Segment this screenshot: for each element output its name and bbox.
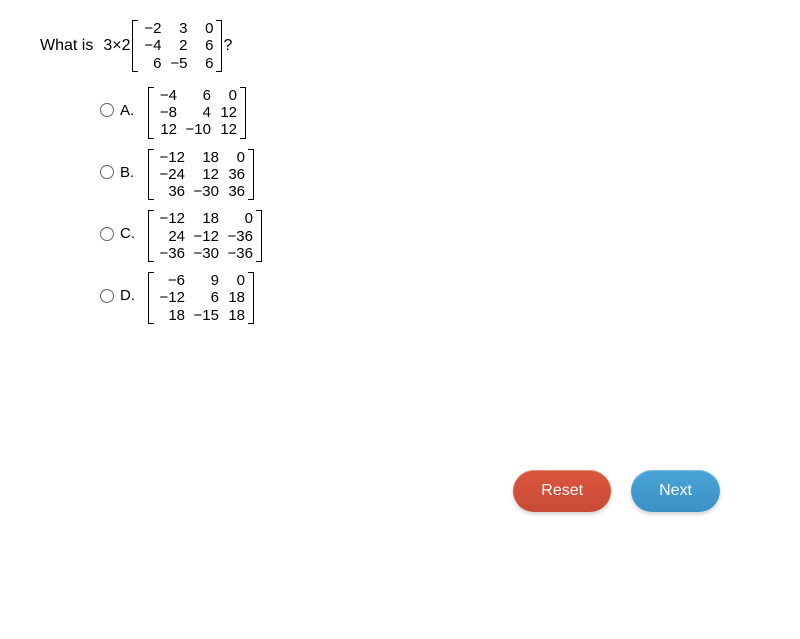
qm-cell: 0 bbox=[190, 20, 216, 37]
choice-label: D. bbox=[120, 287, 138, 304]
m-cell: −15 bbox=[188, 307, 222, 324]
m-cell: 0 bbox=[222, 210, 256, 227]
m-cell: 18 bbox=[222, 289, 248, 306]
m-cell: −30 bbox=[188, 245, 222, 262]
m-cell: −36 bbox=[222, 228, 256, 245]
m-cell: 18 bbox=[188, 149, 222, 166]
m-cell: −10 bbox=[180, 121, 214, 138]
qm-cell: −2 bbox=[138, 20, 164, 37]
qm-cell: −4 bbox=[138, 37, 164, 54]
question-line: What is 3×2 −2 3 0 −4 2 6 6 −5 6 bbox=[40, 20, 760, 72]
m-cell: −12 bbox=[154, 149, 188, 166]
qm-cell: 6 bbox=[190, 55, 216, 72]
m-cell: −4 bbox=[154, 87, 180, 104]
m-cell: 0 bbox=[222, 149, 248, 166]
m-cell: −36 bbox=[222, 245, 256, 262]
question-suffix: ? bbox=[223, 37, 232, 55]
qm-cell: 2 bbox=[164, 37, 190, 54]
qm-cell: 6 bbox=[190, 37, 216, 54]
question-matrix: −2 3 0 −4 2 6 6 −5 6 bbox=[132, 20, 222, 72]
m-cell: 36 bbox=[154, 183, 188, 200]
scalar-multiplier: 3×2 bbox=[103, 37, 130, 55]
radio-icon[interactable] bbox=[100, 103, 114, 117]
radio-icon[interactable] bbox=[100, 165, 114, 179]
m-cell: 6 bbox=[188, 289, 222, 306]
choice-a[interactable]: A. −4 6 0 −8 4 12 12 −10 bbox=[100, 87, 760, 139]
question-area: What is 3×2 −2 3 0 −4 2 6 6 −5 6 bbox=[40, 20, 760, 324]
m-cell: 18 bbox=[222, 307, 248, 324]
m-cell: 24 bbox=[154, 228, 188, 245]
qm-cell: 3 bbox=[164, 20, 190, 37]
radio-icon[interactable] bbox=[100, 289, 114, 303]
choice-d-matrix: −6 9 0 −12 6 18 18 −15 18 bbox=[148, 272, 254, 324]
m-cell: −30 bbox=[188, 183, 222, 200]
choice-b-matrix: −12 18 0 −24 12 36 36 −30 36 bbox=[148, 149, 254, 201]
m-cell: 12 bbox=[154, 121, 180, 138]
m-cell: −12 bbox=[188, 228, 222, 245]
choice-label: A. bbox=[120, 102, 138, 119]
m-cell: 4 bbox=[180, 104, 214, 121]
m-cell: −8 bbox=[154, 104, 180, 121]
m-cell: 12 bbox=[188, 166, 222, 183]
choice-c-matrix: −12 18 0 24 −12 −36 −36 −30 −36 bbox=[148, 210, 262, 262]
choice-a-matrix: −4 6 0 −8 4 12 12 −10 12 bbox=[148, 87, 246, 139]
choice-b[interactable]: B. −12 18 0 −24 12 36 36 − bbox=[100, 149, 760, 201]
m-cell: 36 bbox=[222, 183, 248, 200]
reset-button[interactable]: Reset bbox=[513, 470, 611, 512]
m-cell: −24 bbox=[154, 166, 188, 183]
m-cell: −12 bbox=[154, 210, 188, 227]
choice-d[interactable]: D. −6 9 0 −12 6 18 18 −15 bbox=[100, 272, 760, 324]
m-cell: 12 bbox=[214, 121, 240, 138]
radio-icon[interactable] bbox=[100, 227, 114, 241]
m-cell: 6 bbox=[180, 87, 214, 104]
choice-c[interactable]: C. −12 18 0 24 −12 −36 −36 bbox=[100, 210, 760, 262]
m-cell: 9 bbox=[188, 272, 222, 289]
m-cell: 36 bbox=[222, 166, 248, 183]
choice-label: C. bbox=[120, 225, 138, 242]
question-prefix: What is bbox=[40, 37, 93, 55]
answer-choices: A. −4 6 0 −8 4 12 12 −10 bbox=[100, 87, 760, 324]
action-buttons: Reset Next bbox=[513, 470, 720, 512]
m-cell: 12 bbox=[214, 104, 240, 121]
m-cell: 18 bbox=[188, 210, 222, 227]
m-cell: −36 bbox=[154, 245, 188, 262]
qm-cell: −5 bbox=[164, 55, 190, 72]
choice-label: B. bbox=[120, 164, 138, 181]
m-cell: −12 bbox=[154, 289, 188, 306]
m-cell: −6 bbox=[154, 272, 188, 289]
m-cell: 0 bbox=[214, 87, 240, 104]
m-cell: 0 bbox=[222, 272, 248, 289]
qm-cell: 6 bbox=[138, 55, 164, 72]
m-cell: 18 bbox=[154, 307, 188, 324]
next-button[interactable]: Next bbox=[631, 470, 720, 512]
